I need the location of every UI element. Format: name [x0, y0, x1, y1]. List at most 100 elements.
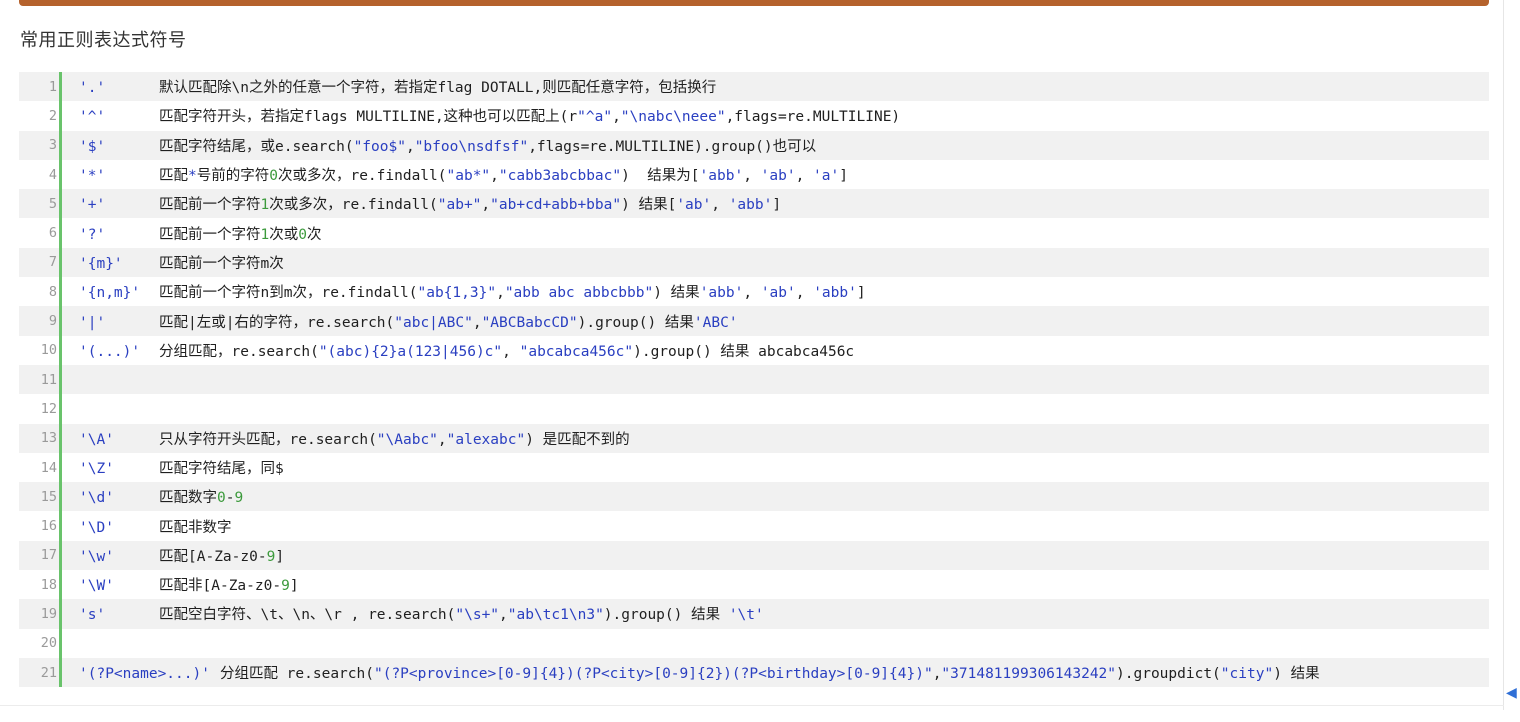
string-token: "bfoo\nsdfsf": [414, 138, 529, 155]
line-number: 20: [40, 635, 57, 652]
text-token: 匹配非[A-Za-z0-: [159, 578, 282, 595]
text-token: ,: [437, 431, 447, 448]
line-content: '\Z' 匹配字符结尾，同$: [62, 457, 284, 478]
text-token: 匹配|左或|右的字符，re.search(: [159, 314, 395, 331]
text-token: ,: [499, 607, 508, 624]
symbol-description: 匹配非数字: [159, 520, 232, 536]
code-block[interactable]: 1 '.' 默认匹配除\n之外的任意一个字符，若指定flag DOTALL,则匹配任…: [19, 72, 1489, 687]
string-token: "abcabca456c": [519, 343, 634, 360]
string-token: "\nabc\neee": [620, 109, 726, 126]
text-token: ) 结果: [1273, 666, 1320, 683]
line-content: '.' 默认匹配除\n之外的任意一个字符，若指定flag DOTALL,则匹配任意…: [62, 76, 716, 97]
text-token: ,flags=re.MULTILINE): [725, 109, 901, 126]
string-token: 'abb': [728, 197, 773, 214]
symbol-description: 只从字符开头匹配，re.search("\Aabc","alexabc") 是匹…: [159, 432, 630, 448]
text-token: ]: [275, 548, 285, 565]
line-content: '(...)' 分组匹配，re.search("(abc){2}a(123|456…: [62, 340, 854, 361]
text-token: ) 是匹配不到的: [525, 431, 630, 448]
text-token: ).group() 结果: [577, 314, 694, 331]
symbol-description: 匹配数字0-9: [159, 490, 243, 506]
line-content: '(?P<name>...)' 分组匹配 re.search("(?P<provi…: [62, 662, 1320, 683]
code-line: 5 '+' 匹配前一个字符1次或多次，re.findall("ab+","ab+cd…: [19, 189, 1489, 219]
code-line: 12: [19, 394, 1489, 424]
line-number: 17: [40, 547, 57, 564]
string-token: "ab{1,3}": [417, 285, 497, 302]
text-token: 匹配非数字: [159, 519, 232, 536]
text-token: ).group() 结果 abcabca456c: [633, 343, 855, 360]
text-token: 分组匹配，re.search(: [159, 343, 319, 360]
string-token: 'ab': [676, 197, 712, 214]
line-content: '\d' 匹配数字0-9: [62, 486, 243, 507]
regex-symbol: '$': [79, 138, 106, 155]
text-token: ,: [502, 343, 520, 360]
line-number: 11: [40, 371, 57, 388]
code-line: 8 '{n,m}' 匹配前一个字符n到m次，re.findall("ab{1,3}"…: [19, 277, 1489, 307]
text-token: ]: [289, 578, 299, 595]
line-content: '?' 匹配前一个字符1次或0次: [62, 223, 321, 244]
line-number: 1: [48, 78, 57, 95]
text-token: 匹配前一个字符m次: [159, 255, 284, 272]
string-token: 'ab': [760, 168, 796, 185]
line-number: 16: [40, 518, 57, 535]
line-content: '\A' 只从字符开头匹配，re.search("\Aabc","alexabc"…: [62, 428, 630, 449]
scroll-left-icon[interactable]: ◀: [1506, 686, 1520, 700]
symbol-description: 匹配空白字符、\t、\n、\r , re.search("\s+","ab\tc…: [159, 607, 764, 623]
symbol-description: 匹配|左或|右的字符，re.search("abc|ABC","ABCBabcC…: [159, 315, 738, 331]
number-token: 0: [298, 226, 307, 243]
number-token: 9: [266, 548, 276, 565]
text-token: ,: [743, 168, 761, 185]
text-token: 匹配[A-Za-z0-: [159, 548, 267, 565]
string-token: 'abb': [699, 285, 744, 302]
line-content: '\W' 匹配非[A-Za-z0-9]: [62, 574, 299, 595]
regex-symbol: '\W': [79, 578, 114, 595]
line-number: 19: [40, 605, 57, 622]
gutter-bar: [59, 394, 62, 424]
text-token: 默认匹配除\n之外的任意一个字符，若指定flag DOTALL,则匹配任意字符，…: [159, 80, 717, 97]
string-token: 'abb': [813, 285, 857, 302]
text-token: ,: [795, 168, 814, 185]
code-line: 11: [19, 364, 1489, 395]
string-token: "ab+": [437, 197, 482, 214]
number-token: 1: [260, 226, 270, 243]
string-token: "371481199306143242": [941, 666, 1117, 683]
symbol-description: 分组匹配 re.search("(?P<province>[0-9]{4})(?…: [220, 666, 1320, 682]
text-token: ,flags=re.MULTILINE).group()也可以: [528, 138, 817, 155]
regex-symbol: '|': [79, 314, 106, 331]
gutter-bar: [59, 628, 62, 658]
regex-symbol: '(...)': [79, 343, 141, 360]
string-token: "\Aabc": [376, 431, 438, 448]
string-token: "^a": [577, 109, 613, 126]
text-token: 分组匹配 re.search(: [219, 666, 374, 683]
text-token: 匹配: [159, 168, 188, 185]
code-line: 4 '*' 匹配*号前的字符0次或多次，re.findall("ab*","cabb…: [19, 159, 1489, 190]
code-line: 20: [19, 628, 1489, 658]
line-content: '\w' 匹配[A-Za-z0-9]: [62, 545, 284, 566]
text-token: ,: [481, 197, 491, 214]
line-number: 5: [48, 195, 57, 212]
text-token: 次: [306, 226, 322, 243]
number-token: 0: [269, 168, 278, 185]
text-token: 匹配字符开头，若指定flags MULTILINE,这种也可以匹配上(r: [159, 109, 578, 126]
text-token: 次或: [269, 226, 299, 243]
string-token: "foo$": [353, 138, 406, 155]
symbol-description: 匹配非[A-Za-z0-9]: [159, 578, 299, 594]
section-heading: 常用正则表达式符号: [20, 30, 187, 51]
line-number: 13: [40, 430, 57, 447]
code-line: 3 '$' 匹配字符结尾，或e.search("foo$","bfoo\nsdfsf…: [19, 130, 1489, 160]
number-token: 1: [260, 197, 270, 214]
text-token: ,: [496, 285, 505, 302]
text-token: 匹配字符结尾，同$: [159, 461, 284, 477]
line-content: '*' 匹配*号前的字符0次或多次，re.findall("ab*","cabb3…: [62, 164, 848, 185]
string-token: "ab*": [446, 168, 491, 185]
symbol-description: 匹配字符结尾，同$: [159, 461, 284, 477]
string-token: "ab+cd+abb+bba": [490, 197, 622, 214]
text-token: ]: [856, 285, 866, 302]
line-content: '$' 匹配字符结尾，或e.search("foo$","bfoo\nsdfsf"…: [62, 135, 816, 156]
line-number: 3: [48, 137, 57, 154]
panel-bottom-border: [0, 705, 1504, 706]
line-number: 7: [48, 254, 57, 271]
symbol-description: 匹配前一个字符1次或0次: [159, 227, 321, 243]
text-token: ).groupdict(: [1116, 666, 1221, 683]
line-number: 14: [40, 459, 57, 476]
line-number: 4: [48, 166, 57, 183]
